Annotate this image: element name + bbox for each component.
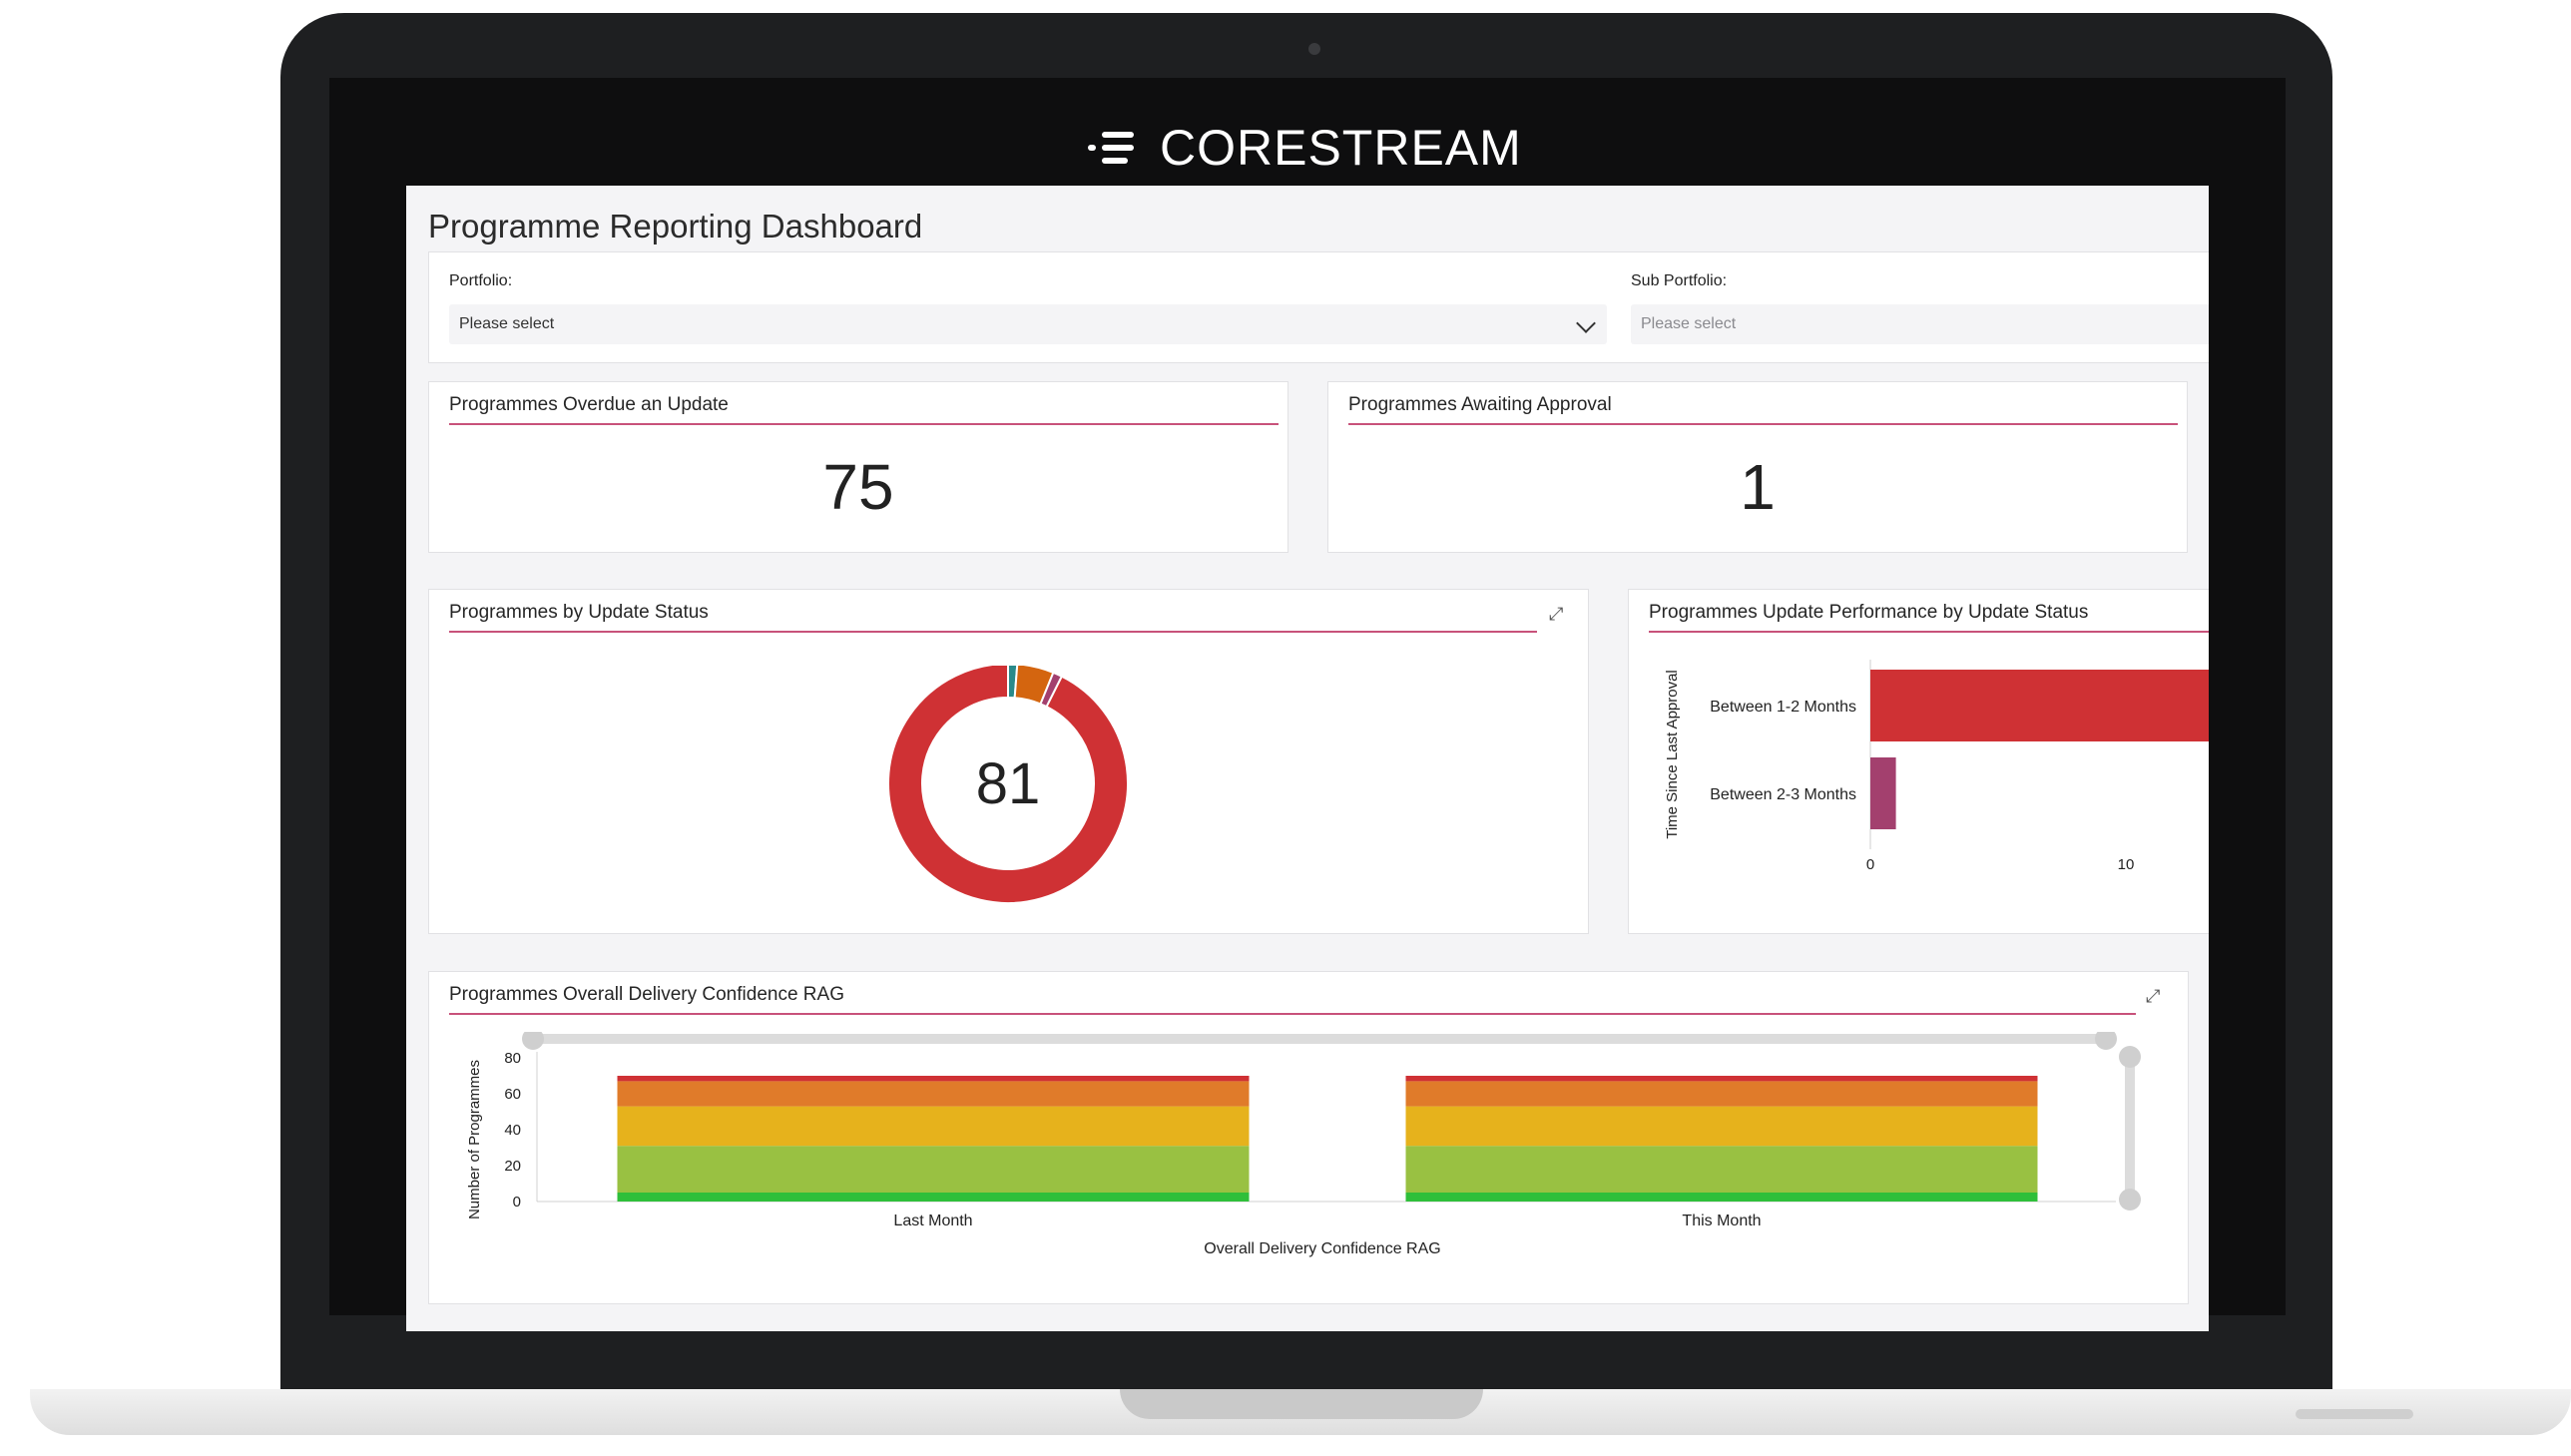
range-handle (2095, 1032, 2117, 1050)
kpi-card-overdue: Programmes Overdue an Update 75 (428, 381, 1288, 553)
y-tick-label: 80 (504, 1050, 521, 1067)
stacked-bar-segment (617, 1146, 1250, 1193)
rag-title: Programmes Overall Delivery Confidence R… (449, 984, 844, 1005)
range-handle (2119, 1189, 2141, 1211)
kpi-card-awaiting: Programmes Awaiting Approval 1 (1327, 381, 2188, 553)
brand-name: CORESTREAM (1160, 120, 1522, 176)
laptop-notch (1120, 1389, 1483, 1419)
portfolio-label: Portfolio: (449, 272, 513, 289)
stacked-bar-segment (1405, 1081, 2038, 1107)
stacked-bar-segment (1405, 1106, 2038, 1147)
title-rule (449, 423, 1279, 425)
kpi-overdue-value: 75 (822, 451, 894, 523)
y-tick-label: 40 (504, 1122, 521, 1139)
y-tick-label: 60 (504, 1086, 521, 1103)
title-rule (1649, 631, 2209, 633)
x-tick-label: 0 (1866, 856, 1874, 873)
y-axis-title: Number of Programmes (466, 1060, 483, 1219)
stacked-bar-segment (617, 1076, 1250, 1082)
expand-icon[interactable]: ⤢ (1549, 604, 1571, 626)
kpi-awaiting-value: 1 (1740, 451, 1776, 523)
brand-mark-icon (1088, 128, 1138, 168)
stacked-bar-segment (617, 1106, 1250, 1147)
donut-title: Programmes by Update Status (449, 602, 709, 623)
chevron-down-icon (1576, 313, 1596, 333)
title-rule (449, 1013, 2136, 1015)
portfolio-select-value: Please select (459, 315, 555, 332)
x-tick-label: 10 (2118, 856, 2135, 873)
sub-portfolio-label: Sub Portfolio: (1631, 272, 1728, 289)
y-axis-label: Time Since Last Approval (1664, 670, 1681, 839)
range-handle (2119, 1046, 2141, 1068)
portfolio-select[interactable]: Please select (449, 304, 1607, 344)
camera-dot (1308, 43, 1320, 55)
dashboard-app: Programme Reporting Dashboard Portfolio:… (406, 186, 2209, 1331)
rag-stacked-chart: 0 20 40 60 80 Last Month This Month Overall Del… (466, 1032, 2141, 1257)
stacked-bar-segment (1405, 1146, 2038, 1193)
y-tick-label: 20 (504, 1158, 521, 1175)
x-axis-title: Overall Delivery Confidence RAG (1204, 1240, 1440, 1257)
donut-center-label: 81 (976, 751, 1041, 816)
x-category-label: This Month (1682, 1213, 1761, 1229)
y-tick-label: 0 (513, 1194, 521, 1211)
kpi-awaiting-title: Programmes Awaiting Approval (1348, 394, 1612, 415)
bar (1870, 757, 1896, 829)
expand-icon[interactable]: ⤢ (2146, 986, 2168, 1008)
stacked-bar-segment (617, 1193, 1250, 1202)
performance-bar-chart: Between 1-2 Months Between 2-3 Months 0 10 T… (1664, 660, 2209, 873)
x-category-label: Last Month (893, 1213, 972, 1229)
brand-logo: CORESTREAM (1088, 118, 1522, 178)
category-label: Between 1-2 Months (1710, 699, 1856, 716)
stacked-bar-segment (1405, 1076, 2038, 1082)
performance-title: Programmes Update Performance by Update … (1649, 602, 2089, 623)
page-title: Programme Reporting Dashboard (428, 208, 923, 244)
kpi-overdue-title: Programmes Overdue an Update (449, 394, 729, 415)
stacked-bar-segment (1405, 1193, 2038, 1202)
bar (1870, 670, 2209, 741)
laptop-slot (2296, 1409, 2413, 1419)
donut-chart: 81 (887, 666, 1129, 904)
stacked-bar-segment (617, 1081, 1250, 1107)
donut-card: Programmes by Update Status ⤢ 81 (428, 589, 1589, 934)
rag-card: Programmes Overall Delivery Confidence R… (428, 971, 2189, 1304)
sub-portfolio-placeholder: Please select (1641, 315, 1737, 332)
performance-card: Programmes Update Performance by Update … (1628, 589, 2209, 934)
category-label: Between 2-3 Months (1710, 786, 1856, 803)
filters-panel: Portfolio: Please select Sub Portfolio: … (428, 251, 2209, 363)
title-rule (1348, 423, 2178, 425)
sub-portfolio-select[interactable]: Please select (1631, 304, 2209, 344)
range-handle (522, 1032, 544, 1050)
title-rule (449, 631, 1537, 633)
